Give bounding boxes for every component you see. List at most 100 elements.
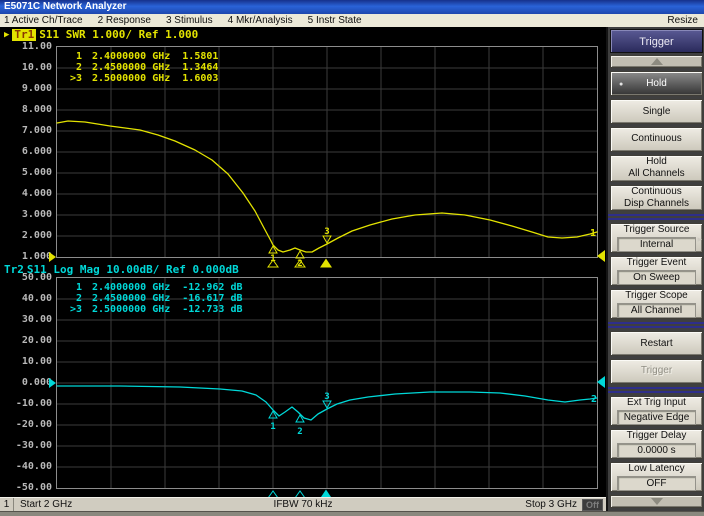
y-tick: 7.000 [0, 126, 52, 136]
instrument-window: E5071C Network Analyzer 1 Active Ch/Trac… [0, 0, 704, 516]
ifbw-label: IFBW 70 kHz [274, 498, 333, 512]
svg-text:2: 2 [297, 427, 302, 437]
softkey-scroll-up-button[interactable] [610, 55, 703, 68]
menu-spacer [377, 14, 653, 27]
softkey-value: Internal [617, 237, 696, 252]
y-ref-tick: 0.000 [0, 378, 52, 388]
softkey-trigger-disabled: Trigger [610, 359, 703, 384]
menu-instr-state[interactable]: 5 Instr State [308, 14, 362, 27]
softkey-value: Negative Edge [617, 410, 696, 425]
softkey-trigger-source[interactable]: Trigger Source Internal ▸ [610, 223, 703, 253]
softkey-separator [608, 387, 704, 393]
softkey-restart[interactable]: Restart [610, 331, 703, 356]
y-tick: 9.000 [0, 84, 52, 94]
softkey-continuous-disp-channels[interactable]: Continuous Disp Channels [610, 185, 703, 212]
softkey-trigger-scope[interactable]: Trigger Scope All Channel [610, 289, 703, 319]
trace2-marker-2[interactable]: 2 [296, 415, 304, 437]
y-tick: 3.000 [0, 210, 52, 220]
softkey-hold[interactable]: ● Hold [610, 71, 703, 96]
menu-stimulus[interactable]: 3 Stimulus [166, 14, 213, 27]
marker-freq: 2.5000000 GHz [92, 73, 170, 84]
y-tick: -10.00 [0, 399, 52, 409]
softkey-label: Hold [611, 156, 702, 168]
y-tick: 8.000 [0, 105, 52, 115]
softkey-trigger-delay[interactable]: Trigger Delay 0.0000 s [610, 429, 703, 459]
softkey-label: Hold [611, 78, 702, 90]
svg-text:3: 3 [324, 227, 329, 237]
y-tick: 5.000 [0, 168, 52, 178]
softkey-single[interactable]: Single [610, 99, 703, 124]
softkey-value: 0.0000 s [617, 443, 696, 458]
marker-freq: 2.4000000 GHz [92, 51, 170, 62]
softkey-label: Continuous [611, 186, 702, 198]
window-bottom-edge [0, 511, 704, 516]
svg-text:3: 3 [324, 392, 329, 402]
marker-row: 2 2.4500000 GHz 1.3464 [64, 62, 218, 73]
softkey-label: Trigger Event [611, 257, 702, 269]
y-tick: 30.00 [0, 315, 52, 325]
marker-value: -12.962 dB [182, 282, 242, 293]
title-bar[interactable]: E5071C Network Analyzer [0, 0, 704, 14]
stimulus-marker-1-icon [268, 260, 278, 267]
trace1-number-label: 1 [590, 228, 596, 239]
y-tick: 10.00 [0, 63, 52, 73]
y-tick: -50.00 [0, 483, 52, 493]
softkey-hold-all-channels[interactable]: Hold All Channels [610, 155, 703, 182]
marker-id: 2 [64, 62, 82, 73]
status-bar: 1 Start 2 GHz IFBW 70 kHz Stop 3 GHz Off [0, 497, 606, 511]
softkey-ext-trig-input[interactable]: Ext Trig Input Negative Edge [610, 396, 703, 426]
menu-bar: 1 Active Ch/Trace 2 Response 3 Stimulus … [0, 14, 704, 27]
marker-freq: 2.4500000 GHz [92, 62, 170, 73]
chevron-up-icon [651, 58, 663, 65]
y-tick: 40.00 [0, 294, 52, 304]
marker-freq: 2.4500000 GHz [92, 293, 170, 304]
stimulus-marker-2-icon [295, 260, 305, 267]
ref-level-pointer-left-trace1 [49, 252, 56, 262]
status-badge: Off [582, 499, 603, 511]
softkey-label: All Channels [611, 168, 702, 180]
softkey-menu: Trigger ● Hold Single Continuous Hold Al… [606, 27, 704, 511]
trace1-marker-table: 1 2.4000000 GHz 1.5801 2 2.4500000 GHz 1… [64, 51, 218, 84]
softkey-label: Trigger Delay [611, 430, 702, 442]
trace1-header[interactable]: ▶ Tr1 S11 SWR 1.000/ Ref 1.000 [4, 29, 198, 41]
menu-mkr-analysis[interactable]: 4 Mkr/Analysis [228, 14, 293, 27]
y-tick: 4.000 [0, 189, 52, 199]
softkey-scroll-down-button[interactable] [610, 495, 703, 508]
softkey-label: Trigger [611, 365, 702, 377]
softkey-value: All Channel [617, 303, 696, 318]
y-tick: -20.00 [0, 420, 52, 430]
y-tick: 6.000 [0, 147, 52, 157]
softkey-separator [608, 214, 704, 220]
menu-active-ch-trace[interactable]: 1 Active Ch/Trace [4, 14, 83, 27]
chevron-down-icon [651, 498, 663, 505]
ref-level-pointer-right-trace1 [597, 250, 605, 262]
selected-bullet-icon: ● [619, 81, 623, 88]
softkey-value: On Sweep [617, 270, 696, 285]
trace2-marker-table: 1 2.4000000 GHz -12.962 dB 2 2.4500000 G… [64, 282, 243, 315]
marker-freq: 2.5000000 GHz [92, 304, 170, 315]
marker-row: 2 2.4500000 GHz -16.617 dB [64, 293, 243, 304]
marker-id: >3 [64, 73, 82, 84]
y-tick: -40.00 [0, 462, 52, 472]
stimulus-marker-3-active-icon [320, 259, 332, 268]
y-tick: -30.00 [0, 441, 52, 451]
y-tick: 50.00 [0, 273, 52, 283]
softkey-label: Disp Channels [611, 198, 702, 210]
y-tick: 10.00 [0, 357, 52, 367]
marker-row: 1 2.4000000 GHz -12.962 dB [64, 282, 243, 293]
menu-resize[interactable]: Resize [667, 14, 698, 27]
marker-id: 1 [64, 51, 82, 62]
marker-value: -12.733 dB [182, 304, 242, 315]
marker-value: 1.5801 [182, 51, 218, 62]
softkey-menu-title: Trigger [610, 29, 703, 53]
menu-response[interactable]: 2 Response [98, 14, 151, 27]
trace2-number-label: 2 [591, 394, 597, 405]
softkey-separator [608, 322, 704, 328]
marker-id: 1 [64, 282, 82, 293]
marker-row: 1 2.4000000 GHz 1.5801 [64, 51, 218, 62]
marker-value: 1.6003 [182, 73, 218, 84]
softkey-trigger-event[interactable]: Trigger Event On Sweep [610, 256, 703, 286]
softkey-low-latency[interactable]: Low Latency OFF [610, 462, 703, 492]
marker-value: -16.617 dB [182, 293, 242, 304]
softkey-continuous[interactable]: Continuous [610, 127, 703, 152]
